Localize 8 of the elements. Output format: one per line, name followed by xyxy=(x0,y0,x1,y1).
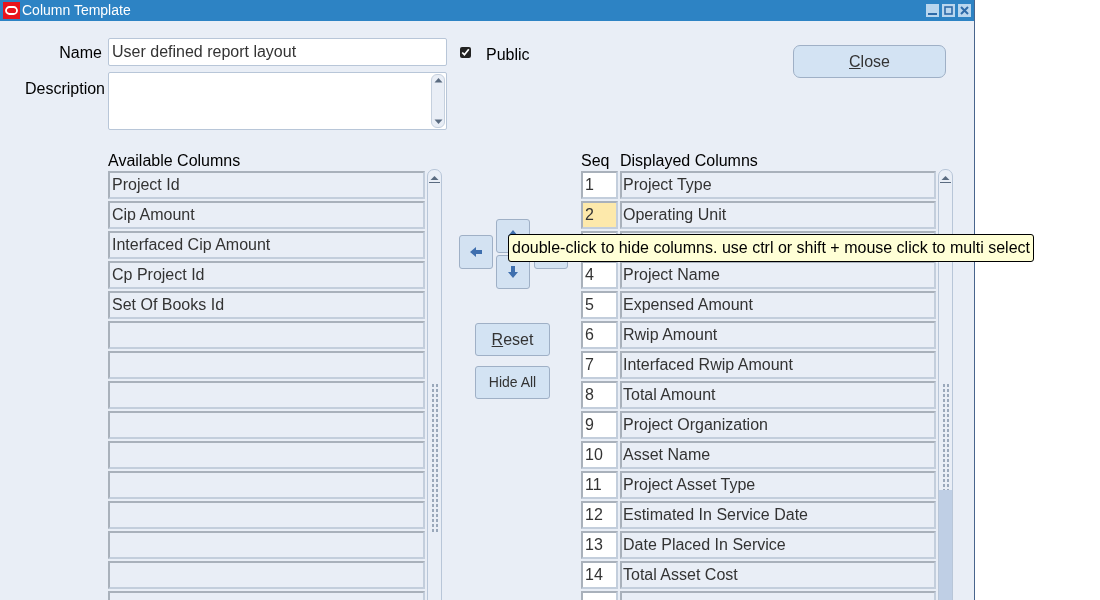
displayed-columns-heading: Displayed Columns xyxy=(620,151,758,171)
tooltip: double-click to hide columns. use ctrl or shift + mouse click to multi select xyxy=(508,234,1034,262)
name-label: Name xyxy=(58,43,103,63)
window-title: Column Template xyxy=(22,1,131,20)
description-label: Description xyxy=(23,79,106,99)
available-columns-heading: Available Columns xyxy=(108,151,242,171)
seq-heading: Seq xyxy=(581,151,611,171)
public-label: Public xyxy=(486,45,530,65)
